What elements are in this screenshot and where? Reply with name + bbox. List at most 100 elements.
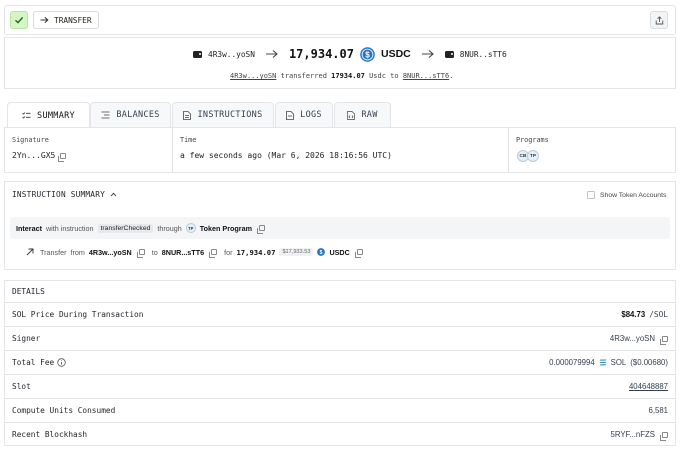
sentence-period: .: [449, 72, 454, 80]
detail-value[interactable]: 5RYF...nFZS: [611, 430, 668, 441]
usdc-token-link[interactable]: USDC: [329, 248, 349, 257]
for-word: for: [224, 247, 233, 257]
detail-row-blockhash: Recent Blockhash 5RYF...nFZS: [4, 422, 676, 446]
detail-value: $84.73 /SOL: [621, 310, 668, 319]
transfer-flow: 4R3w..yoSN 17,934.07 $ USDC 8NUR..sTT6: [193, 46, 507, 62]
instruction-name-chip: transferChecked: [97, 223, 154, 233]
details-title: DETAILS: [12, 287, 45, 296]
instruction-summary-header[interactable]: INSTRUCTION SUMMARY: [12, 190, 117, 199]
transfer-summary-card: [4, 37, 676, 89]
tab-instructions[interactable]: INSTRUCTIONS: [172, 102, 274, 127]
transfer-from-link[interactable]: 4R3w...yoSN: [89, 248, 132, 257]
to-word: to: [151, 247, 158, 257]
compute-units-value: 6,581: [648, 406, 668, 415]
transfer-label: Transfer: [40, 247, 67, 257]
arrow-right-icon: [265, 50, 278, 58]
token-program-badge: TP: [185, 223, 196, 233]
transfer-amount-detail: 17,934.07: [236, 247, 276, 257]
token-symbol: USDC: [380, 48, 411, 60]
share-icon: [655, 15, 663, 24]
from-word: from: [70, 247, 85, 257]
success-status-button[interactable]: [10, 11, 28, 29]
arrow-right-icon: [421, 50, 434, 58]
program-badge-tp[interactable]: TP: [527, 150, 539, 162]
programs-label: Programs: [516, 136, 549, 144]
detail-value[interactable]: 4R3w...yoSN: [610, 334, 668, 345]
sentence-from-link[interactable]: 4R3w...yoSN: [230, 72, 276, 80]
transfer-to-link[interactable]: 8NUR...sTT6: [162, 248, 204, 257]
detail-row-total-fee: Total Fee 0.000079994 SOL ($0.00680): [4, 350, 676, 374]
meta-card: [4, 127, 676, 173]
lines-icon: [101, 111, 110, 119]
copy-icon[interactable]: [660, 431, 668, 441]
sentence-token: Usdc to: [369, 72, 399, 80]
to-address-link[interactable]: 8NUR..sTT6: [460, 50, 507, 59]
tab-balances[interactable]: BALANCES: [90, 102, 171, 127]
instruction-summary-title: INSTRUCTION SUMMARY: [12, 190, 105, 199]
tab-raw[interactable]: RAW: [334, 102, 391, 127]
share-button[interactable]: [650, 11, 668, 29]
interact-label: Interact: [16, 223, 42, 233]
arrow-right-icon: [40, 16, 49, 24]
show-token-accounts-checkbox[interactable]: [587, 191, 595, 199]
show-token-accounts-toggle[interactable]: Show Token Accounts: [587, 191, 666, 199]
info-icon[interactable]: [57, 358, 66, 367]
sentence-to-link[interactable]: 8NUR...sTT6: [403, 72, 449, 80]
program-badges: CB TP: [517, 150, 539, 162]
slot-link[interactable]: 404648887: [629, 382, 668, 391]
header-bar: [4, 5, 676, 35]
signature-label: Signature: [12, 136, 49, 144]
copy-icon[interactable]: [660, 335, 668, 345]
document-icon: [183, 110, 192, 120]
transaction-type-label: TRANSFER: [54, 15, 92, 25]
copy-icon[interactable]: [58, 152, 67, 162]
wallet-icon: [193, 50, 202, 58]
tab-summary-label: SUMMARY: [37, 110, 75, 121]
list-icon: [22, 111, 31, 119]
detail-row-signer: Signer 4R3w...yoSN: [4, 326, 676, 350]
transfer-detail-row: Transfer from 4R3w...yoSN to 8NUR...sTT6…: [26, 246, 363, 258]
usdc-token-icon: $: [360, 46, 375, 62]
instruction-interact-row: Interact with instruction transferChecke…: [10, 217, 670, 239]
usd-value-chip: $17,933.53: [279, 248, 314, 256]
detail-row-sol-price: SOL Price During Transaction $84.73 /SOL: [4, 302, 676, 326]
tab-instructions-label: INSTRUCTIONS: [197, 110, 263, 120]
sentence-amount: 17934.07: [331, 72, 365, 80]
detail-row-compute-units: Compute Units Consumed 6,581: [4, 398, 676, 422]
copy-icon[interactable]: [354, 249, 363, 258]
sol-price-value: $84.73: [621, 310, 646, 319]
file-icon: [286, 110, 295, 120]
meta-divider: [172, 127, 173, 173]
usdc-token-icon: $: [317, 248, 326, 256]
fee-unit: SOL: [610, 358, 627, 367]
tab-raw-label: RAW: [361, 110, 378, 120]
detail-row-slot: Slot 404648887: [4, 374, 676, 398]
tab-summary[interactable]: SUMMARY: [7, 102, 90, 128]
checkmark-icon: [15, 16, 24, 24]
detail-label: Signer: [12, 334, 41, 343]
sol-price-suffix: /SOL: [649, 310, 668, 319]
sentence-verb: transferred: [280, 72, 327, 80]
fee-value: 0.000079994: [549, 358, 595, 367]
detail-label: Recent Blockhash: [12, 430, 88, 439]
tab-balances-label: BALANCES: [116, 110, 160, 120]
signature-text: 2Yn...GX5: [12, 151, 56, 160]
svg-text:$: $: [320, 250, 323, 256]
from-address-link[interactable]: 4R3w..yoSN: [208, 50, 255, 59]
tab-logs[interactable]: LOGS: [275, 102, 333, 127]
arrow-up-right-icon: [26, 248, 34, 256]
time-label: Time: [180, 136, 197, 144]
fee-usd: ($0.00680): [630, 358, 668, 367]
through-text: through: [157, 223, 182, 233]
detail-label: Slot: [12, 382, 31, 391]
chevron-up-icon: [110, 192, 117, 197]
signature-value[interactable]: 2Yn...GX5: [12, 151, 67, 162]
copy-icon[interactable]: [209, 249, 218, 258]
token-program-link[interactable]: Token Program: [200, 224, 252, 233]
copy-icon[interactable]: [256, 225, 265, 234]
with-instruction-text: with instruction: [45, 223, 94, 233]
copy-icon[interactable]: [136, 249, 145, 258]
transfer-amount: 17,934.07: [288, 47, 354, 61]
detail-label: Total Fee: [12, 358, 55, 367]
transaction-type-badge[interactable]: TRANSFER: [33, 11, 99, 29]
